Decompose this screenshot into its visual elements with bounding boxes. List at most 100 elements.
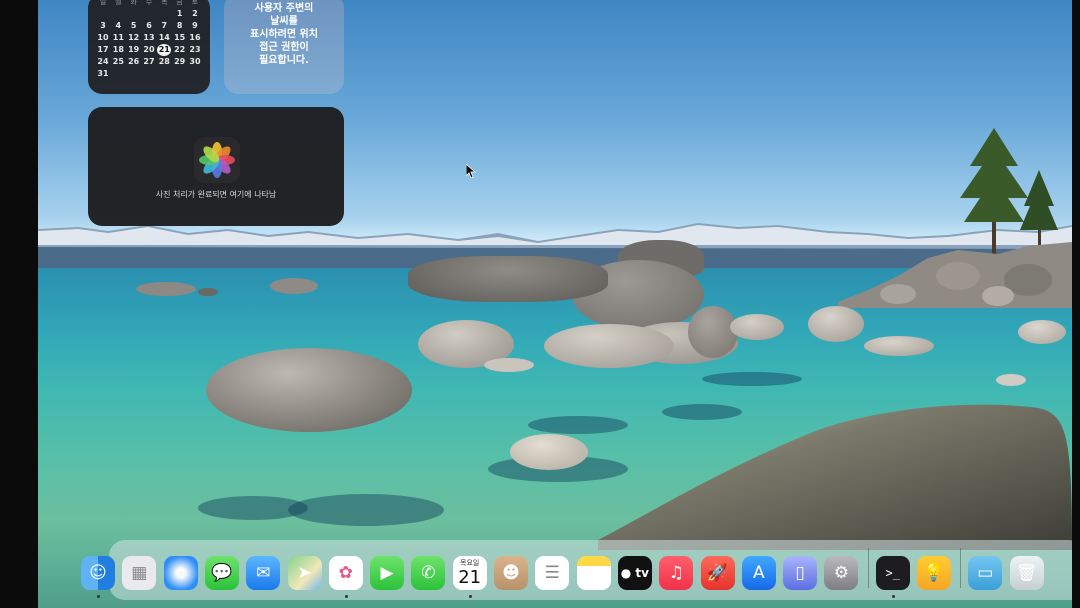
calendar-day: 10: [97, 33, 109, 42]
dock-calendar[interactable]: 목요일 21: [452, 556, 487, 590]
calendar-weekday: 목: [161, 0, 168, 6]
rocket-icon: 🚀: [706, 563, 729, 583]
calendar-day: 27: [143, 57, 155, 66]
apple-tv-icon: ● tv: [620, 566, 649, 580]
music-icon: ♫: [668, 563, 684, 583]
rock: [1018, 320, 1066, 344]
calendar-day: 4: [115, 21, 122, 30]
calendar-week-row: 31: [96, 68, 202, 80]
dock-iphone-mirroring[interactable]: ▯: [783, 556, 818, 590]
calendar-day: 12: [128, 33, 140, 42]
calendar-day: 16: [189, 33, 201, 42]
calendar-grid: 일 월 화 수 목 금 토 1 2 3 4 5 6 7 8 9 10 11 12 13 14 15 16 17 18 19 20 21…: [96, 0, 202, 80]
calendar-day: 9: [192, 21, 198, 30]
dock-tips[interactable]: 💡: [917, 556, 951, 590]
calendar-day: [127, 8, 141, 20]
safari-icon: ✧: [173, 563, 188, 583]
photos-widget-caption: 사진 처리가 완료되면 여기에 나타남: [155, 190, 277, 199]
dock-system-settings[interactable]: ⚙: [824, 556, 859, 590]
calendar-day: 24: [97, 57, 109, 66]
gear-icon: ⚙: [833, 563, 850, 583]
phone-icon: ✆: [421, 563, 436, 583]
calendar-day: 29: [174, 57, 186, 66]
dock-finder[interactable]: ☺: [81, 556, 115, 590]
calendar-day: [127, 68, 141, 80]
calendar-today: 21: [157, 44, 172, 56]
underwater-rock: [198, 496, 308, 520]
calendar-day: 22: [174, 45, 186, 54]
calendar-date: 21: [458, 566, 482, 588]
calendar-day: 18: [112, 45, 124, 54]
rock: [864, 336, 934, 356]
dock-facetime[interactable]: ▶: [370, 556, 405, 590]
calendar-week-row: 10 11 12 13 14 15 16: [96, 32, 202, 44]
calendar-day: [157, 68, 171, 80]
rock: [270, 278, 318, 294]
dock-reminders[interactable]: ☰: [535, 556, 570, 590]
rock: [544, 324, 674, 368]
calendar-weekday: 일: [99, 0, 107, 6]
calendar-day: 25: [112, 57, 124, 66]
dock-terminal[interactable]: >_: [875, 556, 910, 590]
dock-notes[interactable]: [576, 556, 611, 590]
facetime-icon: ▶: [380, 563, 394, 583]
calendar-day: 7: [161, 21, 168, 30]
calendar-icon: 목요일 21: [458, 559, 481, 588]
calendar-weekday: 수: [145, 0, 153, 6]
finder-icon: ☺: [89, 563, 107, 583]
dock-messages[interactable]: 💬: [204, 556, 239, 590]
calendar-day: [111, 68, 125, 80]
dock-mail[interactable]: ✉: [246, 556, 281, 590]
calendar-day: 2: [192, 9, 198, 18]
calendar-day: [188, 68, 202, 80]
calendar-day: [173, 68, 187, 80]
rock: [808, 306, 864, 342]
photos-icon: ✿: [338, 563, 353, 583]
dock-trash[interactable]: 🗑: [1009, 556, 1044, 590]
rock: [408, 256, 608, 302]
reminders-icon: ☰: [544, 563, 560, 583]
calendar-widget[interactable]: 일 월 화 수 목 금 토 1 2 3 4 5 6 7 8 9 10 11 12 13 14 15 16 17 18 19 20 21…: [88, 0, 210, 94]
dock-app-store[interactable]: A: [741, 556, 776, 590]
rock: [996, 374, 1026, 386]
calendar-day: 11: [112, 33, 124, 42]
folder-icon: ▭: [977, 563, 994, 583]
running-indicator: [891, 595, 895, 598]
dock-maps[interactable]: ➤: [287, 556, 322, 590]
dock-contacts[interactable]: ☻: [494, 556, 528, 590]
calendar-day: [142, 8, 156, 20]
calendar-day: 26: [128, 57, 140, 66]
calendar-day: 30: [189, 57, 201, 66]
calendar-day: 14: [158, 33, 170, 42]
calendar-day: 19: [128, 45, 140, 54]
dock-launchpad[interactable]: ▦: [122, 556, 157, 590]
calendar-day: [157, 8, 171, 20]
maps-icon: ➤: [297, 563, 312, 583]
dock-photos[interactable]: ✿: [328, 556, 363, 590]
desktop[interactable]: 일 월 화 수 목 금 토 1 2 3 4 5 6 7 8 9 10 11 12 13 14 15 16 17 18 19 20 21…: [38, 0, 1072, 608]
weather-widget[interactable]: 사용자 주변의 날씨를 표시하려면 위치 접근 권한이 필요합니다.: [224, 0, 344, 94]
underwater-rock: [288, 494, 444, 526]
photos-widget[interactable]: 사진 처리가 완료되면 여기에 나타남: [88, 107, 344, 226]
rock: [198, 288, 218, 296]
calendar-weekday: 월: [115, 0, 122, 6]
calendar-day: 31: [97, 69, 109, 78]
calendar-day: [111, 8, 125, 20]
calendar-week-row: 12: [96, 8, 202, 20]
weather-permission-message: 사용자 주변의 날씨를 표시하려면 위치 접근 권한이 필요합니다.: [250, 3, 318, 66]
dock-apple-tv[interactable]: ● tv: [617, 556, 652, 590]
dock-rocket-typist[interactable]: 🚀: [700, 556, 735, 590]
calendar-weekday: 금: [176, 0, 183, 6]
calendar-week-row: 24 25 26 27 28 29 30: [96, 56, 202, 68]
rock: [484, 358, 534, 372]
dock-downloads[interactable]: ▭: [968, 556, 1003, 590]
calendar-day: 3: [100, 21, 106, 30]
dock-safari[interactable]: ✧: [163, 556, 198, 590]
calendar-week-row: 3456789: [96, 20, 202, 32]
calendar-day: 20: [143, 45, 155, 54]
dock-music[interactable]: ♫: [659, 556, 694, 590]
calendar-day: [96, 8, 110, 20]
terminal-icon: >_: [885, 566, 900, 580]
dock-phone[interactable]: ✆: [411, 556, 446, 590]
calendar-week-row: 17 18 19 20 21 22 23: [96, 44, 202, 56]
